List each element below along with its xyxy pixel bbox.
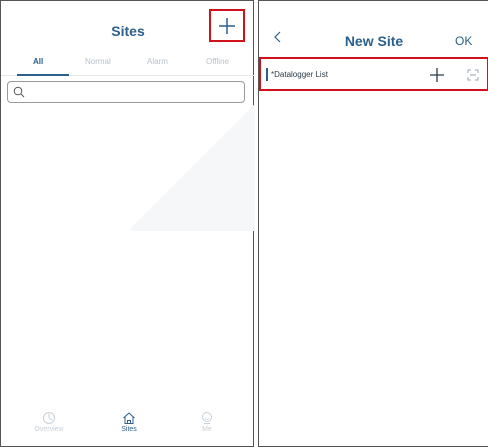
datalogger-list-row: *Datalogger List <box>259 57 488 91</box>
sites-screen: Sites All Normal Alarm Offline Overview <box>0 0 255 447</box>
nav-item-me[interactable]: Me <box>177 411 237 433</box>
overview-icon <box>43 412 55 424</box>
nav-label-me: Me <box>202 426 212 433</box>
section-accent-bar <box>266 68 268 81</box>
site-status-tabs: All Normal Alarm Offline <box>1 57 255 75</box>
ok-button[interactable]: OK <box>455 34 472 48</box>
tab-normal[interactable]: Normal <box>85 57 111 66</box>
nav-label-sites: Sites <box>121 426 137 433</box>
add-datalogger-icon[interactable] <box>429 67 445 83</box>
new-site-screen: New Site OK *Datalogger List <box>258 0 488 447</box>
background-decoration <box>131 101 255 231</box>
tab-all[interactable]: All <box>33 57 43 66</box>
home-icon <box>123 412 135 424</box>
scan-icon[interactable] <box>467 69 479 81</box>
tab-offline[interactable]: Offline <box>206 57 229 66</box>
bottom-nav: Overview Sites Me <box>1 411 255 447</box>
search-icon <box>13 86 25 98</box>
plus-icon <box>219 18 235 34</box>
add-site-button[interactable] <box>209 9 245 42</box>
page-title: New Site <box>344 33 404 49</box>
tab-alarm[interactable]: Alarm <box>147 57 168 66</box>
nav-item-overview[interactable]: Overview <box>19 411 79 433</box>
search-input[interactable] <box>7 81 245 103</box>
active-tab-indicator <box>17 74 69 76</box>
datalogger-list-label: *Datalogger List <box>271 70 328 79</box>
nav-label-overview: Overview <box>34 426 64 433</box>
nav-item-sites[interactable]: Sites <box>99 411 159 433</box>
me-icon <box>202 412 212 424</box>
